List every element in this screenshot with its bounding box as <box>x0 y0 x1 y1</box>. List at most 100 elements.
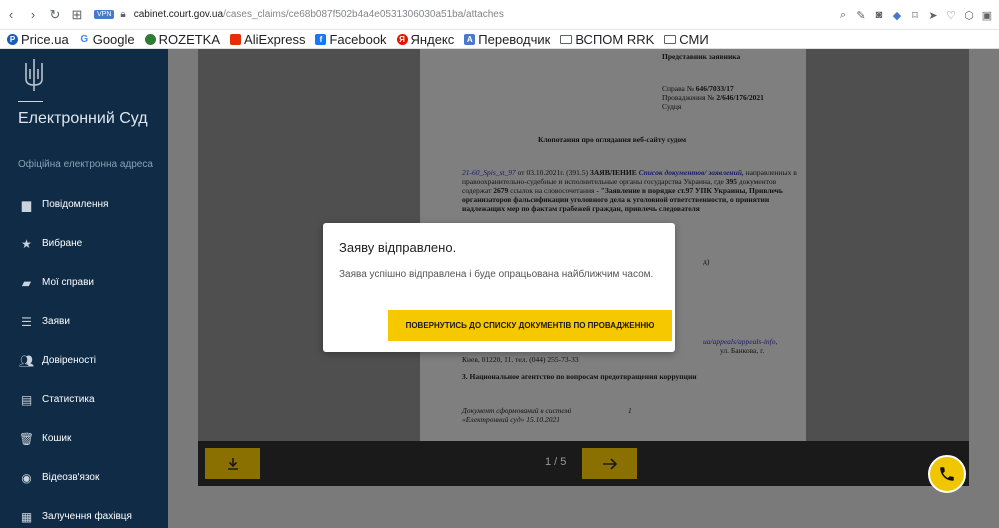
browser-toolbar-icons: ⌕ ✎ ◙ ◆ ⌑ ➤ ♡ ⬡ ▣ <box>837 0 993 30</box>
chart-icon: ▤ <box>20 392 33 407</box>
apps-grid-icon[interactable]: ⊞ <box>66 4 88 26</box>
edit-icon[interactable]: ✎ <box>855 9 867 22</box>
download-button[interactable] <box>205 448 260 479</box>
shield-icon[interactable]: ◆ <box>891 9 903 22</box>
bookmark-label: СМИ <box>679 31 709 47</box>
bookmark-label: Price.ua <box>21 31 69 47</box>
video-icon: ◉ <box>21 470 32 485</box>
bookmark-label: Переводчик <box>478 31 551 47</box>
doc-keyword: ЗАЯВЛЕНИЕ <box>589 168 637 177</box>
bookmark-facebook[interactable]: f Facebook <box>315 32 387 47</box>
sidebar-item-label: Статистика <box>42 394 95 405</box>
viewer-toolbar: 1 / 5 <box>198 441 969 486</box>
sidebar-item-my-cases[interactable]: ▰ Мої справи <box>0 263 168 302</box>
sidebar-menu: ▆ Повідомлення ★ Вибране ▰ Мої справи ☰ Заяв… <box>0 185 168 528</box>
bookmark-aliexpress[interactable]: AliExpress <box>230 32 305 47</box>
sidebar-item-label: Відеозв'язок <box>42 472 100 483</box>
url-host: cabinet.court.gov.ua <box>133 9 224 20</box>
bookmark-label: ВСПОМ RRK <box>575 31 655 47</box>
doc-paragraph-1: 21-60_Spis_st_97 от 03.10.2021г. (391.5)… <box>462 168 802 213</box>
google-icon: G <box>78 33 90 45</box>
sidebar-item-label: Кошик <box>42 433 72 444</box>
translate-icon: A <box>464 33 476 45</box>
doc-count-docs: 395 <box>725 177 737 186</box>
folder-icon <box>560 34 573 44</box>
bookmarks-bar: P Price.ua G Google ROZETKA AliExpress f Fa… <box>0 30 999 49</box>
sidebar-item-favorites[interactable]: ★ Вибране <box>0 224 168 263</box>
doc-fragment-2: д) <box>703 257 710 266</box>
search-icon[interactable]: ⌕ <box>837 9 849 22</box>
vpn-badge[interactable]: VPN <box>94 10 115 19</box>
doc-date: от 03.10.2021г. (391.5) <box>517 168 589 177</box>
doc-count-links: 2679 <box>493 186 509 195</box>
trident-logo-icon[interactable] <box>22 57 46 93</box>
sidebar-item-label: Повідомлення <box>42 199 109 210</box>
doc-address: Киев, 01220, 11. тел. (044) 255-73-33 <box>462 355 579 364</box>
sidebar-item-powers-of-attorney[interactable]: 👥︎ Довіреності <box>0 341 168 380</box>
sidebar-item-label: Заяви <box>42 316 70 327</box>
doc-case: Справа № 646/7033/17 <box>662 84 734 93</box>
bookmark-label: ROZETKA <box>158 31 221 47</box>
bookmark-rozetka[interactable]: ROZETKA <box>144 31 221 47</box>
modal-title: Заяву відправлено. <box>339 240 457 255</box>
folder-icon: ▰ <box>21 275 32 290</box>
bookmark-price[interactable]: P Price.ua <box>7 32 69 47</box>
bookmark-yandex[interactable]: Я Яндекс <box>396 31 455 47</box>
sidebar-item-label: Мої справи <box>42 277 94 288</box>
sidebar-item-notifications[interactable]: ▆ Повідомлення <box>0 185 168 224</box>
bookmark-folder-vspom[interactable]: ВСПОМ RRK <box>560 32 654 47</box>
sidebar-item-specialist[interactable]: ▦ Залучення фахівця <box>0 497 168 528</box>
arrow-right-icon <box>602 457 617 470</box>
trash-icon: 🗑︎ <box>18 431 35 446</box>
bookmark-label: Яндекс <box>410 31 455 47</box>
doc-footer-line-1: Документ сформований в системі <box>462 406 572 415</box>
doc-proceeding: Провадження № 2/646/176/2021 <box>662 93 764 102</box>
sidebar-item-claims[interactable]: ☰ Заяви <box>0 302 168 341</box>
forward-icon[interactable]: › <box>22 4 44 26</box>
aliexpress-icon <box>230 33 242 45</box>
next-page-button[interactable] <box>582 448 637 479</box>
return-to-documents-button[interactable]: ПОВЕРНУТИСЬ ДО СПИСКУ ДОКУМЕНТІВ ПО ПРОВ… <box>388 310 672 341</box>
heart-icon[interactable]: ♡ <box>945 9 957 22</box>
phone-icon <box>940 467 954 481</box>
sidebar-item-statistics[interactable]: ▤ Статистика <box>0 380 168 419</box>
bookmark-google[interactable]: G Google <box>78 32 135 47</box>
brand-title: Електронний Суд <box>18 110 148 127</box>
send-icon[interactable]: ➤ <box>927 9 939 22</box>
bookmark-translate[interactable]: A Переводчик <box>464 32 550 47</box>
doc-fragment-3: ул. Банкова, г. <box>720 346 765 355</box>
doc-item-3: 3. Национальное агентство по вопросам пр… <box>462 372 697 381</box>
url-field[interactable]: cabinet.court.gov.ua/cases_claims/ce68b0… <box>134 9 504 20</box>
success-modal: Заяву відправлено. Заява успішно відправ… <box>323 223 675 352</box>
reload-icon[interactable]: ↻ <box>44 4 66 26</box>
doc-proc-number: 2/646/176/2021 <box>716 93 764 102</box>
users-icon: 👥︎ <box>18 353 35 368</box>
facebook-icon: f <box>315 33 327 45</box>
bookmark-label: AliExpress <box>244 31 306 47</box>
sidebar-item-label: Залучення фахівця <box>42 511 132 522</box>
folder-icon <box>664 34 677 44</box>
bookmark-icon[interactable]: ⌑ <box>909 9 921 22</box>
doc-ref-link: 21-60_Spis_st_97 <box>462 168 516 177</box>
call-button[interactable] <box>928 455 966 493</box>
extensions-icon[interactable]: ⬡ <box>963 9 975 22</box>
back-icon[interactable]: ‹ <box>0 4 22 26</box>
wallet-icon[interactable]: ▣ <box>981 9 993 22</box>
sidebar-item-trash[interactable]: 🗑︎ Кошик <box>0 419 168 458</box>
doc-appeals-link: ua/appeals/appeals-info, <box>703 337 778 346</box>
doc-fragment-3-link: ua/appeals/appeals-info, <box>703 337 777 346</box>
url-path: /cases_claims/ce68b087f502b4a4e053130603… <box>223 9 504 20</box>
doc-case-number: 646/7033/17 <box>695 84 734 93</box>
download-icon <box>227 457 238 470</box>
bookmark-folder-smi[interactable]: СМИ <box>664 31 709 47</box>
sidebar: Електронний Суд Офіційна електронна адре… <box>0 49 168 528</box>
page-indicator: 1 / 5 <box>545 456 567 468</box>
doc-body-text-3: ссылок на словосочетания <box>510 186 595 195</box>
lock-icon[interactable]: 🔒︎ <box>120 9 125 20</box>
sidebar-item-video[interactable]: ◉ Відеозв'язок <box>0 458 168 497</box>
list-icon: ☰ <box>21 314 32 329</box>
camera-icon[interactable]: ◙ <box>873 9 885 21</box>
price-icon: P <box>7 33 18 45</box>
doc-list-link: Список документов/ <box>638 168 707 177</box>
doc-case-label: Справа № <box>662 84 694 93</box>
